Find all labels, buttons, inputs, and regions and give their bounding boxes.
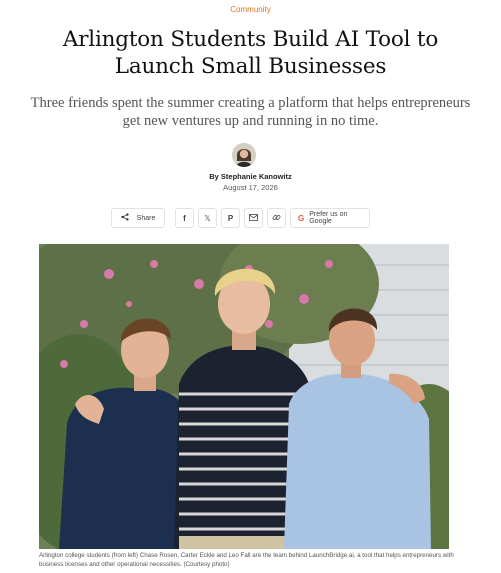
prefer-google-button[interactable]: G Prefer us on Google	[290, 208, 370, 228]
share-button[interactable]: Share	[111, 208, 165, 228]
category-link[interactable]: Community	[0, 5, 501, 14]
copy-link-button[interactable]	[267, 208, 286, 228]
prefer-google-label: Prefer us on Google	[309, 211, 348, 225]
pinterest-button[interactable]: P	[221, 208, 240, 228]
share-icon	[121, 213, 129, 223]
photo-caption: Arlington college students (from left) C…	[39, 552, 454, 568]
link-icon	[272, 213, 281, 224]
facebook-button[interactable]: f	[175, 208, 194, 228]
publish-date: August 17, 2026	[223, 183, 278, 192]
email-icon	[249, 213, 258, 223]
share-bar: Share f 𝕏 P G Prefer us on Google	[111, 208, 374, 228]
pinterest-icon: P	[227, 213, 234, 223]
share-label: Share	[136, 214, 156, 222]
author-byline[interactable]: By Stephanie Kanowitz	[0, 172, 501, 181]
article-dek: Three friends spent the summer creating …	[30, 95, 471, 129]
x-icon: 𝕏	[204, 213, 211, 223]
photo-illustration	[39, 244, 449, 549]
x-button[interactable]: 𝕏	[198, 208, 217, 228]
email-button[interactable]	[244, 208, 263, 228]
facebook-icon: f	[183, 213, 186, 223]
google-icon: G	[298, 213, 305, 223]
author-avatar[interactable]	[232, 143, 256, 167]
article-photo	[39, 244, 449, 549]
article-headline: Arlington Students Build AI Tool to Laun…	[62, 27, 439, 79]
